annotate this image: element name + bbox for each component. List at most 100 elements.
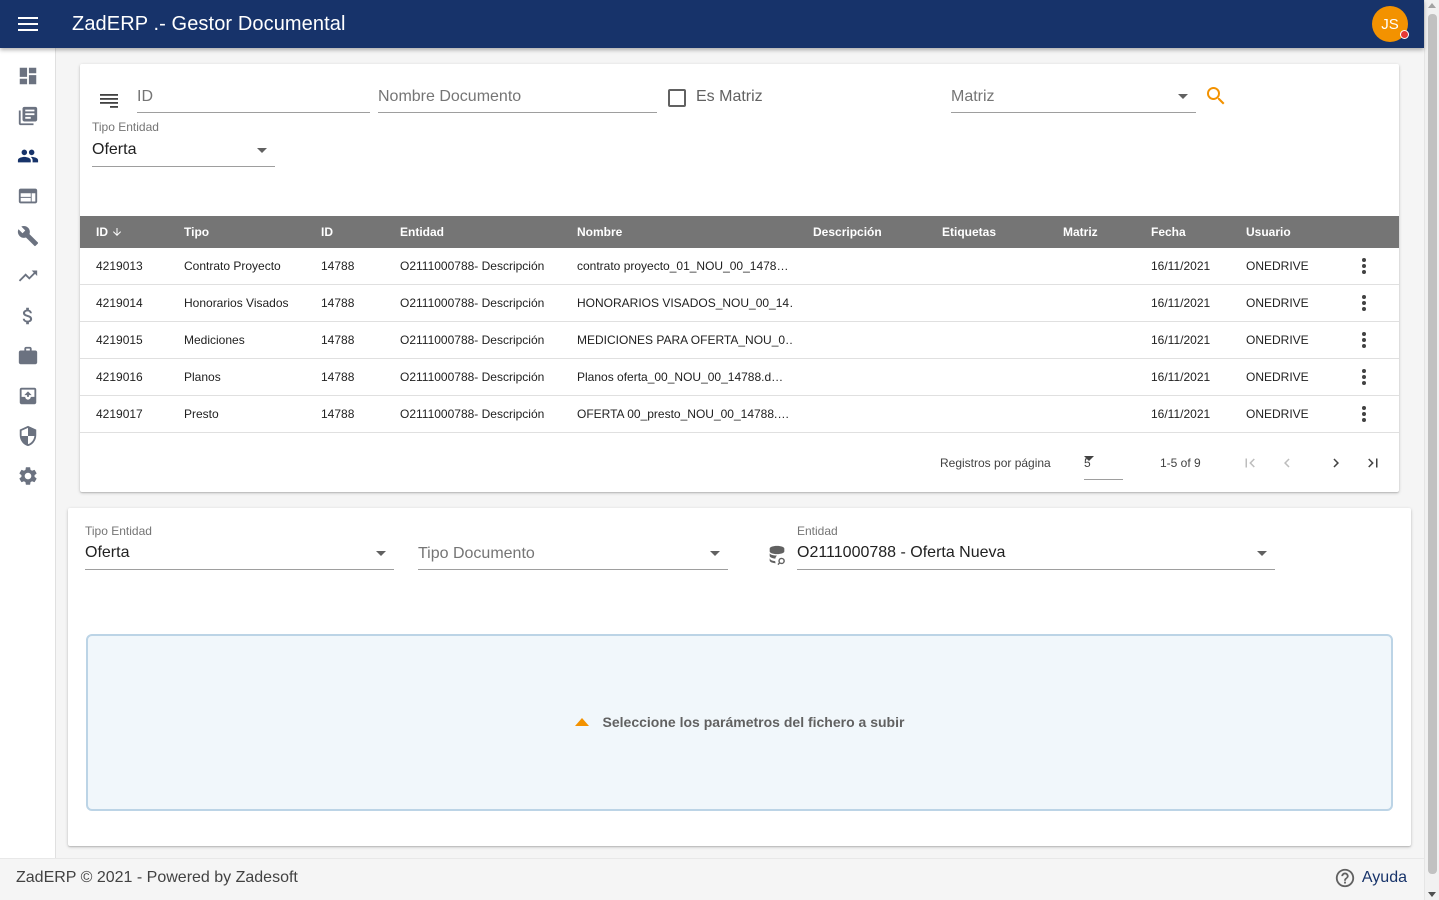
tipo-entidad-select[interactable]: Tipo Entidad Oferta [92,120,275,167]
cell-fecha: 16/11/2021 [1151,407,1211,421]
table-row[interactable]: 4219013 Contrato Proyecto 14788 O2111000… [80,248,1399,285]
matriz-placeholder: Matriz [951,88,995,105]
cell-nombre: MEDICIONES PARA OFERTA_NOU_0… [577,333,792,347]
more-vert-icon[interactable] [1358,368,1370,386]
column-header-etiquetas[interactable]: Etiquetas [942,216,996,248]
chevron-down-icon [257,148,267,153]
copyright-text: ZadERP © 2021 - Powered by Zadesoft [16,869,298,886]
cell-usuario: ONEDRIVE [1246,333,1309,347]
entidad-select[interactable]: Entidad O2111000788 - Oferta Nueva [797,524,1275,570]
sidebar-item-work[interactable] [16,344,40,368]
cell-entidad: O2111000788- Descripción [400,259,545,273]
cell-id: 4219016 [96,370,143,384]
page-size-select[interactable]: 5 [1084,450,1123,480]
column-header-entidad[interactable]: Entidad [400,216,444,248]
cell-usuario: ONEDRIVE [1246,296,1309,310]
cell-tipo: Contrato Proyecto [184,259,281,273]
tipo-entidad-value: Oferta [92,141,137,158]
user-initials: JS [1381,15,1399,33]
more-vert-icon[interactable] [1358,257,1370,275]
column-header-matriz[interactable]: Matriz [1063,216,1098,248]
previous-page-button[interactable] [1278,454,1298,472]
more-vert-icon[interactable] [1358,405,1370,423]
sidebar-item-web[interactable] [16,184,40,208]
cell-id2: 14788 [321,259,355,273]
sidebar-item-people[interactable] [16,144,40,168]
es-matriz-label[interactable]: Es Matriz [696,88,763,106]
cell-nombre: OFERTA 00_presto_NOU_00_14788.… [577,407,790,421]
tipo-entidad-label: Tipo Entidad [92,120,159,134]
column-header-id2[interactable]: ID [321,216,333,248]
scroll-thumb[interactable] [1428,14,1437,874]
table-row[interactable]: 4219017 Presto 14788 O2111000788- Descri… [80,396,1399,433]
sidebar-item-dashboard[interactable] [16,64,40,88]
dashboard-icon [19,67,37,85]
table-row[interactable]: 4219016 Planos 14788 O2111000788- Descri… [80,359,1399,396]
column-header-usuario[interactable]: Usuario [1246,216,1291,248]
tipo-documento-select[interactable]: Tipo Documento [418,524,728,570]
chevron-left-icon [1284,458,1290,468]
nombre-placeholder: Nombre Documento [378,88,522,105]
help-link[interactable]: Ayuda [1334,867,1407,889]
cell-id: 4219014 [96,296,143,310]
column-header-tipo[interactable]: Tipo [184,216,209,248]
upload-tipo-entidad-select[interactable]: Tipo Entidad Oferta [85,524,394,570]
sidebar-item-finance[interactable] [16,304,40,328]
file-dropzone[interactable]: Seleccione los parámetros del fichero a … [86,634,1393,811]
scroll-up-arrow[interactable] [1428,3,1436,8]
vertical-scrollbar[interactable] [1424,0,1439,900]
last-page-button[interactable] [1364,454,1384,472]
table-row[interactable]: 4219014 Honorarios Visados 14788 O211100… [80,285,1399,322]
matriz-select[interactable]: Matriz [951,72,1196,113]
id-placeholder: ID [137,88,153,105]
tipo-documento-placeholder: Tipo Documento [418,545,535,562]
help-circle-icon [1335,868,1355,888]
column-header-id[interactable]: ID [96,216,123,248]
es-matriz-checkbox[interactable] [668,89,686,107]
next-page-button[interactable] [1327,454,1347,472]
cell-id: 4219017 [96,407,143,421]
last-page-icon [1368,458,1378,468]
entidad-label: Entidad [797,524,838,538]
briefcase-icon [18,346,38,365]
cell-id: 4219015 [96,333,143,347]
sidebar-item-library[interactable] [16,104,40,128]
gear-icon [19,467,37,485]
sidebar-item-security[interactable] [16,424,40,448]
dropzone-message-text: Seleccione los parámetros del fichero a … [602,714,905,730]
chevron-down-icon [1084,456,1094,461]
column-header-descripcion[interactable]: Descripción [813,216,882,248]
first-page-icon [1245,458,1255,468]
column-header-nombre[interactable]: Nombre [577,216,622,248]
sidebar-item-settings[interactable] [16,464,40,488]
cell-tipo: Planos [184,370,221,384]
more-vert-icon[interactable] [1358,331,1370,349]
menu-icon [18,17,38,31]
cell-id2: 14788 [321,407,355,421]
nombre-documento-input[interactable]: Nombre Documento [378,72,657,113]
column-header-fecha[interactable]: Fecha [1151,216,1186,248]
scroll-down-arrow[interactable] [1428,892,1436,897]
wrench-icon [17,226,39,247]
paginator: Registros por página 5 1-5 of 9 [80,434,1399,492]
chevron-down-icon [710,551,720,556]
id-input[interactable]: ID [137,72,370,113]
table-row[interactable]: 4219015 Mediciones 14788 O2111000788- De… [80,322,1399,359]
sidebar-item-tools[interactable] [16,224,40,248]
dropzone-message: Seleccione los parámetros del fichero a … [88,714,1391,730]
cell-nombre: HONORARIOS VISADOS_NOU_00_14… [577,296,792,310]
first-page-button[interactable] [1241,454,1261,472]
sidebar-item-archive[interactable] [16,384,40,408]
cell-id2: 14788 [321,296,355,310]
database-search-button[interactable] [766,544,788,566]
more-vert-icon[interactable] [1358,294,1370,312]
user-avatar[interactable]: JS [1372,6,1409,42]
sidebar-item-trending[interactable] [16,264,40,288]
filter-list-button[interactable] [100,94,120,110]
library-books-icon [18,106,38,126]
cell-fecha: 16/11/2021 [1151,370,1211,384]
cell-nombre: contrato proyecto_01_NOU_00_1478… [577,259,789,273]
cell-usuario: ONEDRIVE [1246,370,1309,384]
menu-button[interactable] [0,0,56,48]
search-button[interactable] [1204,84,1228,108]
